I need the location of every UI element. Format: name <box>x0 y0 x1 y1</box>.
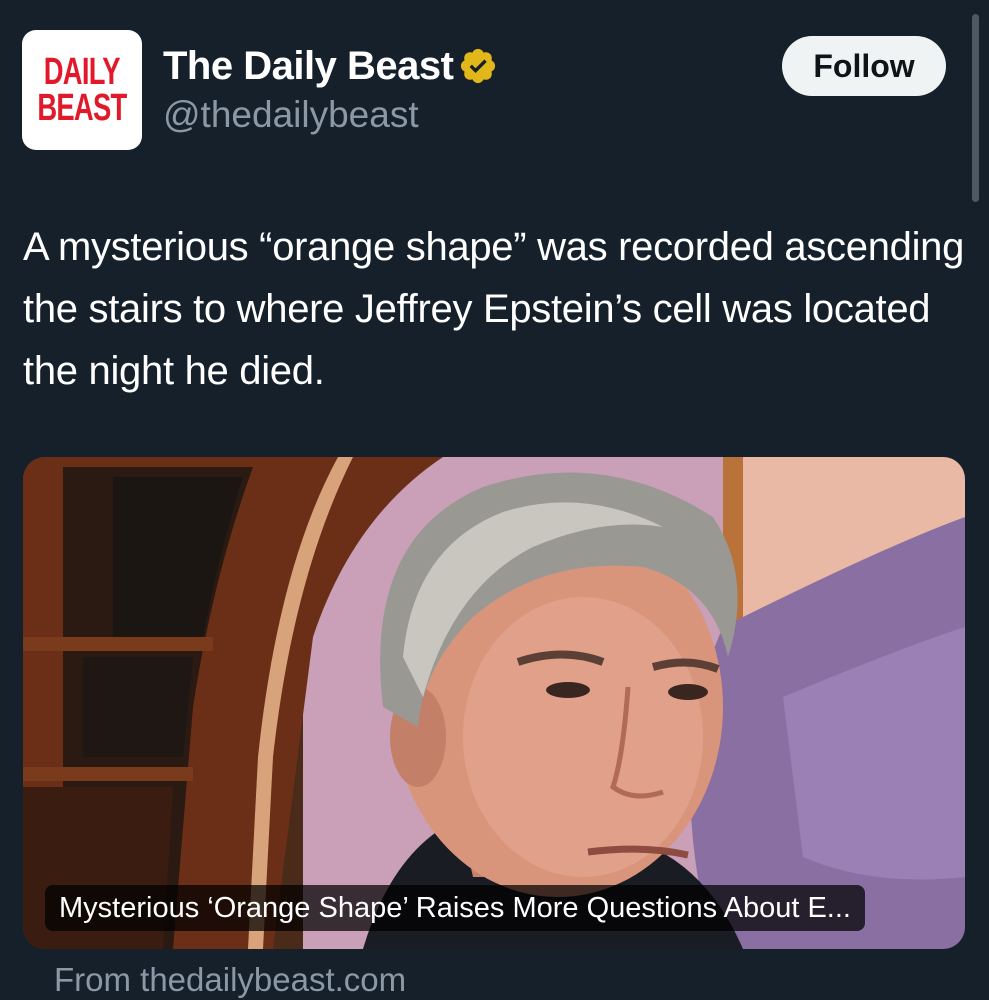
follow-button[interactable]: Follow <box>782 36 946 96</box>
tweet-header: DAILY BEAST The Daily Beast @thedailybea… <box>22 30 946 152</box>
account-handle[interactable]: @thedailybeast <box>163 92 498 138</box>
verified-badge-icon[interactable] <box>458 46 498 86</box>
avatar[interactable]: DAILY BEAST <box>22 30 142 150</box>
link-card[interactable]: Mysterious ‘Orange Shape’ Raises More Qu… <box>23 457 965 949</box>
display-name-row[interactable]: The Daily Beast <box>163 42 498 90</box>
account-name-block: The Daily Beast @thedailybeast <box>163 42 498 138</box>
link-card-caption[interactable]: Mysterious ‘Orange Shape’ Raises More Qu… <box>45 885 865 931</box>
link-source[interactable]: From thedailybeast.com <box>54 958 406 1000</box>
tweet-text: A mysterious “orange shape” was recorded… <box>23 225 965 393</box>
scrollbar[interactable] <box>972 14 979 202</box>
avatar-logo-line-1: DAILY <box>44 51 121 93</box>
avatar-logo-line-2: BEAST <box>37 87 127 129</box>
link-card-image <box>23 457 965 949</box>
display-name[interactable]: The Daily Beast <box>163 42 454 90</box>
tweet-page: DAILY BEAST The Daily Beast @thedailybea… <box>0 0 989 1000</box>
